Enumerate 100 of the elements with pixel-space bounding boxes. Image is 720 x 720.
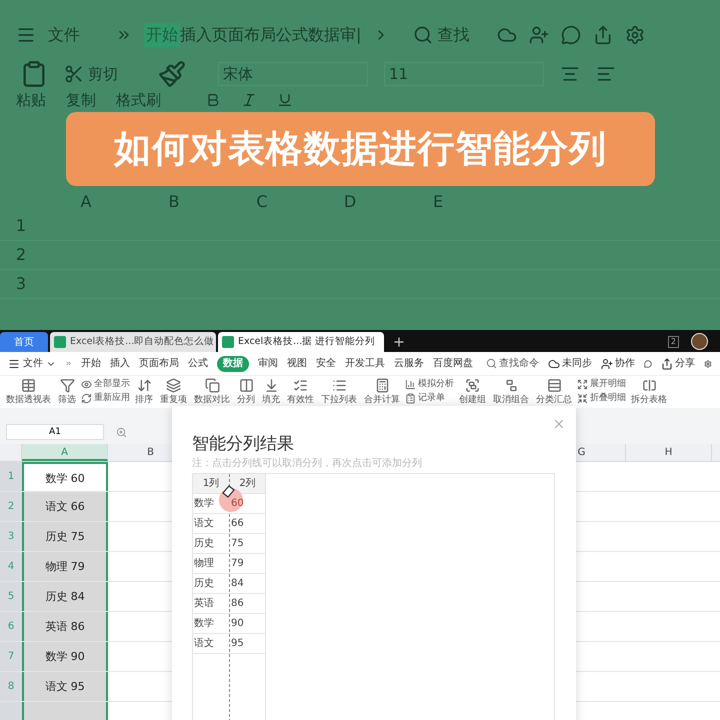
menu-tab[interactable]: 开始 [81, 356, 102, 371]
spreadsheet-logo-icon [54, 336, 66, 348]
copy-icon [204, 378, 220, 393]
table-cell[interactable]: 物理 79 [22, 552, 108, 581]
table-cell-text: 60 [230, 497, 245, 511]
table-cell-text: 86 [230, 597, 245, 611]
menu-tab[interactable]: 百度网盘 [433, 356, 474, 371]
refresh-icon [81, 392, 92, 404]
table-cell-text: 数学 [193, 617, 215, 631]
column-header: C [255, 191, 269, 212]
ribbon-button[interactable]: 记录单 [405, 391, 454, 405]
ribbon-button[interactable]: 重新应用 [81, 391, 130, 405]
zoom-icon[interactable] [116, 426, 127, 438]
avatar[interactable] [691, 333, 708, 350]
ribbon-button[interactable]: 合并计算 [362, 376, 402, 406]
checklist-icon [293, 378, 308, 393]
ribbon-button[interactable]: 填充 [260, 376, 282, 406]
row-number: 2 [14, 244, 28, 266]
table-cell-text: 语文 [193, 636, 215, 651]
table-cell-text: 66 [230, 517, 245, 531]
columns-icon [238, 378, 254, 393]
ribbon-button[interactable]: 数据透视表 [4, 376, 53, 406]
ribbon-button[interactable]: 折叠明细 [577, 391, 626, 405]
share-icon[interactable] [661, 358, 674, 370]
clipboard-icon [405, 392, 416, 404]
table-cell[interactable]: 历史 84 [22, 582, 108, 611]
column-header: 1列 [202, 477, 220, 491]
dialog-note: 注：点击分列线可以取消分列，再次点击可添加分列 [192, 457, 423, 470]
document-tab[interactable]: Excel表格技...据 进行智能分列 [218, 332, 384, 352]
file-menu[interactable]: 文件 [23, 356, 43, 371]
collaborate-button[interactable]: 协作 [615, 356, 636, 371]
ribbon-button[interactable]: 创建组 [457, 376, 488, 406]
table-cell[interactable]: 英语 86 [22, 612, 108, 641]
menu-icon[interactable] [8, 358, 20, 370]
spreadsheet-logo-icon [222, 336, 234, 348]
expand-icon [577, 378, 588, 390]
close-icon[interactable] [552, 417, 566, 431]
table-cell[interactable]: 语文 95 [22, 672, 108, 701]
menu-tab[interactable]: 云服务 [394, 356, 424, 371]
new-tab-icon[interactable] [392, 335, 406, 349]
ribbon-button[interactable]: 拆分表格 [629, 376, 669, 406]
ribbon-button[interactable]: 分类汇总 [534, 376, 574, 406]
share-button[interactable]: 分享 [675, 356, 696, 371]
settings-icon[interactable] [704, 358, 712, 370]
table-cell[interactable]: 数学 60 [22, 462, 108, 491]
underline-icon[interactable] [277, 92, 293, 108]
table-cell[interactable]: 数学 90 [22, 642, 108, 671]
window-count[interactable]: 2 [668, 336, 679, 348]
table-cell-text: 语文 [193, 516, 215, 531]
table-cell-text: 物理 [193, 557, 215, 571]
ribbon-button[interactable]: 排序 [133, 376, 155, 406]
ribbon-button[interactable]: 展开明细 [577, 377, 626, 391]
ribbon-button[interactable]: 分列 [235, 376, 257, 406]
calculator-icon [374, 378, 390, 393]
ribbon-button[interactable]: 有效性 [285, 376, 316, 406]
table-cell[interactable]: 历史 75 [22, 522, 108, 551]
table-cell[interactable]: 语文 66 [22, 492, 108, 521]
table-cell-text: 数学 [193, 497, 215, 511]
menu-tab[interactable]: 审阅 [258, 356, 278, 371]
column-header: B [168, 191, 180, 212]
download-icon [264, 378, 278, 393]
table-cell-text: 历史 [193, 536, 215, 551]
dialog-title: 智能分列结果 [192, 433, 295, 455]
row-number: 3 [14, 273, 28, 295]
table-cell-text: 84 [230, 577, 245, 591]
ribbon-button[interactable]: 下拉列表 [319, 376, 359, 406]
ribbon-button[interactable]: 取消组合 [491, 376, 531, 406]
table-cell-text: 75 [230, 537, 245, 551]
sync-status[interactable]: 未同步 [562, 356, 592, 371]
search-icon[interactable] [413, 25, 434, 45]
menu-tab[interactable]: 公式 [188, 356, 208, 371]
home-tab[interactable]: 首页 [0, 332, 48, 352]
ribbon-button[interactable]: 全部显示 [81, 377, 130, 391]
rows-icon [546, 378, 562, 393]
menu-tab[interactable]: 开发工具 [345, 356, 386, 371]
collapse-icon [577, 392, 588, 404]
cloud-icon[interactable] [548, 358, 560, 370]
italic-icon[interactable] [241, 92, 257, 108]
menu-tab[interactable]: 视图 [287, 356, 308, 371]
document-tab[interactable]: Excel表格技...即自动配色怎么做 [50, 332, 216, 352]
menu-tab[interactable]: 插入 [110, 356, 130, 371]
table-icon [21, 378, 36, 393]
scissors-icon[interactable] [64, 64, 84, 84]
menu-tab[interactable]: 页面布局 [139, 356, 180, 371]
table-cell-text: 历史 [193, 576, 215, 591]
ribbon-button[interactable]: 数据对比 [192, 376, 232, 406]
command-search[interactable]: 查找命令 [499, 356, 540, 371]
ribbon-button[interactable]: 重复项 [158, 376, 189, 406]
split-line[interactable] [229, 474, 230, 720]
brush-icon[interactable] [158, 60, 186, 88]
ribbon-button[interactable]: 筛选 [56, 376, 78, 406]
ribbon-button[interactable]: 模拟分析 [405, 377, 454, 391]
row-number: 1 [14, 215, 28, 237]
user-icon[interactable] [601, 358, 614, 370]
search-icon[interactable] [486, 358, 498, 369]
menu-tab[interactable]: 安全 [316, 356, 336, 371]
chat-icon[interactable] [644, 358, 652, 370]
list-icon [332, 378, 346, 393]
name-box[interactable]: A1 [6, 424, 104, 440]
table-cell-text: 95 [230, 637, 245, 651]
